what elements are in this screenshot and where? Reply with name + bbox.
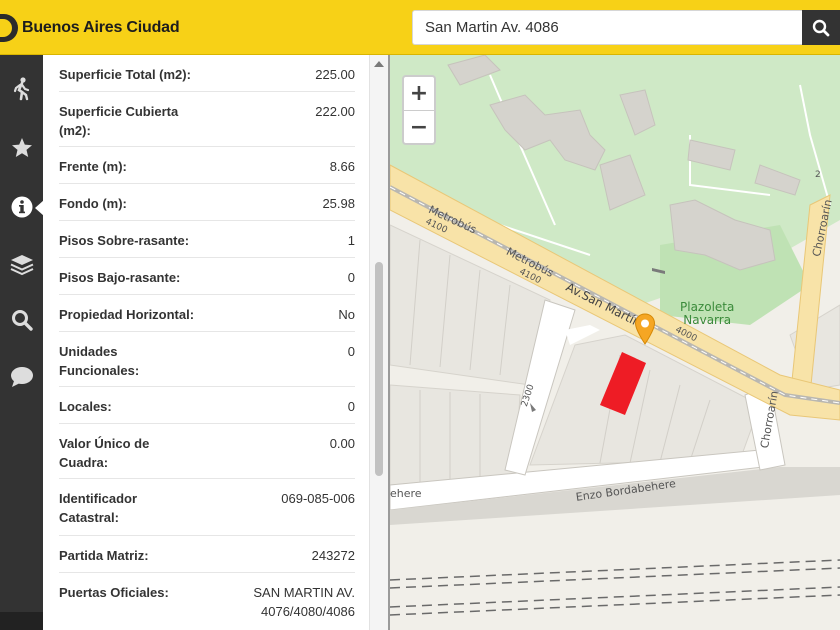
info-icon [11,196,32,218]
search-icon [812,19,830,36]
rail-footer [0,612,43,630]
street-number-label: 2 [815,170,821,180]
map-canvas [390,55,840,616]
rail-item-comments[interactable] [0,357,43,397]
brand-name: Buenos Aires Ciudad [22,18,180,36]
info-label: Puertas Oficiales: [59,585,169,600]
info-row-pisos-sobre-rasante: Pisos Sobre-rasante: 1 [59,221,355,258]
info-label: Identificador Catastral: [59,491,138,525]
info-label: Frente (m): [59,159,127,174]
info-label: Superficie Cubierta (m2): [59,104,179,138]
info-value: SAN MARTIN AV. 4076/4080/4086 [253,585,355,619]
info-value: 25.98 [322,196,355,211]
info-row-superficie-cubierta: Superficie Cubierta (m2): 222.00 [59,92,355,147]
info-value: 0 [347,399,355,414]
top-header: Buenos Aires Ciudad [0,0,840,55]
search-button[interactable] [802,10,840,45]
info-row-superficie-total: Superficie Total (m2): 225.00 [59,55,355,92]
info-row-valor-unico: Valor Único de Cuadra: 0.00 [59,424,355,479]
info-label: Unidades Funcionales: [59,344,140,378]
zoom-in-button[interactable]: + [404,77,434,110]
info-value: 8.66 [329,159,355,174]
address-search-input[interactable] [412,10,802,45]
info-label: Partida Matriz: [59,548,149,563]
info-value: No [338,307,355,322]
scroll-up-arrow-icon[interactable] [374,61,384,67]
location-pin-icon[interactable] [634,313,656,345]
rail-item-layers[interactable] [0,245,43,285]
search-icon [11,310,33,331]
info-row-fondo: Fondo (m): 25.98 [59,184,355,221]
info-value: 225.00 [315,67,355,82]
rail-item-search[interactable] [0,300,43,340]
info-label: Valor Único de Cuadra: [59,436,150,470]
brand-logo[interactable]: Buenos Aires Ciudad [0,0,180,55]
zoom-out-button[interactable]: − [404,110,434,143]
parcel-info-panel: Superficie Total (m2): 225.00 Superficie… [43,55,388,630]
info-label: Locales: [59,399,112,414]
zoom-control: + − [402,75,436,145]
info-row-puertas-oficiales: Puertas Oficiales: SAN MARTIN AV. 4076/4… [59,573,355,630]
info-value: 069-085-006 [281,491,355,506]
map-view[interactable]: Metrobús Metrobús 4100 4100 Av.San Martí… [390,55,840,630]
info-row-pisos-bajo-rasante: Pisos Bajo-rasante: 0 [59,258,355,295]
scroll-thumb[interactable] [375,262,383,476]
star-icon [11,138,32,157]
info-label: Fondo (m): [59,196,127,211]
info-row-identificador-catastral: Identificador Catastral: 069-085-006 [59,479,355,536]
info-value: 1 [347,233,355,248]
info-value: 243272 [311,548,355,563]
info-row-unidades-funcionales: Unidades Funcionales: 0 [59,332,355,387]
info-value: 0 [347,270,355,285]
info-label: Propiedad Horizontal: [59,307,195,322]
rail-item-walking[interactable] [0,69,43,109]
chat-bubble-icon [10,367,33,387]
rail-item-favorites[interactable] [0,128,43,168]
info-value: 0.00 [329,436,355,451]
info-row-frente: Frente (m): 8.66 [59,147,355,184]
info-label: Pisos Bajo-rasante: [59,270,181,285]
place-label-plazoleta: Plazoleta Navarra [680,301,734,327]
panel-scrollbar[interactable] [369,55,388,630]
city-seal-icon [0,13,18,42]
layers-icon [10,255,33,276]
info-row-propiedad-horizontal: Propiedad Horizontal: No [59,295,355,332]
walking-person-icon [13,77,29,101]
info-label: Superficie Total (m2): [59,67,191,82]
street-label: ehere [390,487,422,500]
info-row-partida-matriz: Partida Matriz: 243272 [59,536,355,573]
place-label-line: Navarra [683,313,732,327]
rail-item-info[interactable] [0,187,44,227]
parcel-info-list: Superficie Total (m2): 225.00 Superficie… [59,55,355,630]
side-toolbar [0,55,44,630]
info-row-locales: Locales: 0 [59,387,355,424]
info-value: 0 [347,344,355,359]
info-label: Pisos Sobre-rasante: [59,233,190,248]
info-value: 222.00 [315,104,355,119]
